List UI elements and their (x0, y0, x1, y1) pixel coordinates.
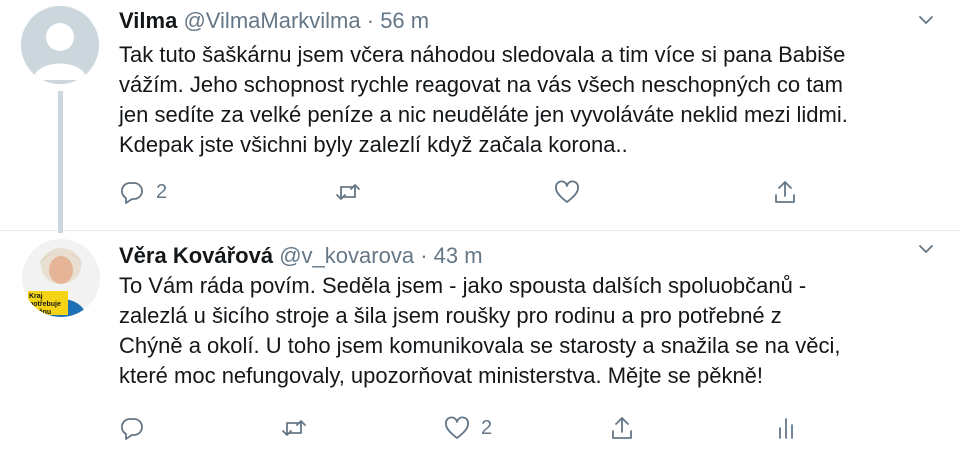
thread-line (58, 91, 63, 233)
analytics-icon (779, 418, 793, 439)
reply-button[interactable]: 2 (118, 178, 167, 206)
share-button[interactable] (608, 414, 636, 442)
retweet-button[interactable] (334, 178, 372, 206)
display-name[interactable]: Věra Kovářová (119, 243, 273, 268)
timestamp[interactable]: 56 m (380, 8, 429, 33)
tweet-text: To Vám ráda povím. Seděla jsem - jako sp… (119, 273, 841, 388)
share-button[interactable] (771, 178, 799, 206)
default-avatar-icon (21, 6, 99, 84)
avatar[interactable]: Kraj potřebuje změnu (22, 239, 100, 317)
reply-count: 2 (156, 180, 168, 203)
avatar-badge: Kraj potřebuje změnu (29, 293, 61, 316)
retweet-icon (282, 420, 306, 436)
share-icon (775, 181, 795, 203)
handle[interactable]: @VilmaMarkvilma (183, 8, 360, 33)
heart-icon (445, 416, 469, 439)
heart-icon (555, 180, 579, 203)
retweet-icon (336, 184, 360, 200)
separator: · (366, 8, 375, 33)
share-icon (612, 417, 632, 439)
handle[interactable]: @v_kovarova (279, 243, 414, 268)
avatar[interactable] (21, 6, 99, 84)
timestamp[interactable]: 43 m (434, 243, 483, 268)
like-button[interactable] (553, 178, 591, 206)
display-name[interactable]: Vilma (119, 8, 177, 33)
separator: · (420, 243, 428, 268)
chevron-down-icon[interactable] (918, 12, 934, 28)
reply-button[interactable] (118, 414, 156, 442)
like-count: 2 (481, 416, 493, 439)
reply-icon (120, 182, 143, 204)
tweet[interactable]: Vilma @VilmaMarkvilma · 56 m Tak tuto ša… (0, 0, 960, 233)
retweet-button[interactable] (280, 414, 318, 442)
tweet-header: Vilma @VilmaMarkvilma · 56 m (119, 8, 429, 34)
analytics-button[interactable] (772, 414, 800, 442)
chevron-down-icon[interactable] (918, 241, 934, 257)
reply-icon (120, 418, 143, 440)
tweet-text: Tak tuto šaškárnu jsem včera náhodou sle… (119, 42, 848, 157)
tweet[interactable]: Kraj potřebuje změnu Věra Kovářová @v_ko… (0, 231, 960, 458)
like-button[interactable]: 2 (443, 414, 492, 442)
tweet-header: Věra Kovářová @v_kovarova · 43 m (119, 243, 483, 269)
